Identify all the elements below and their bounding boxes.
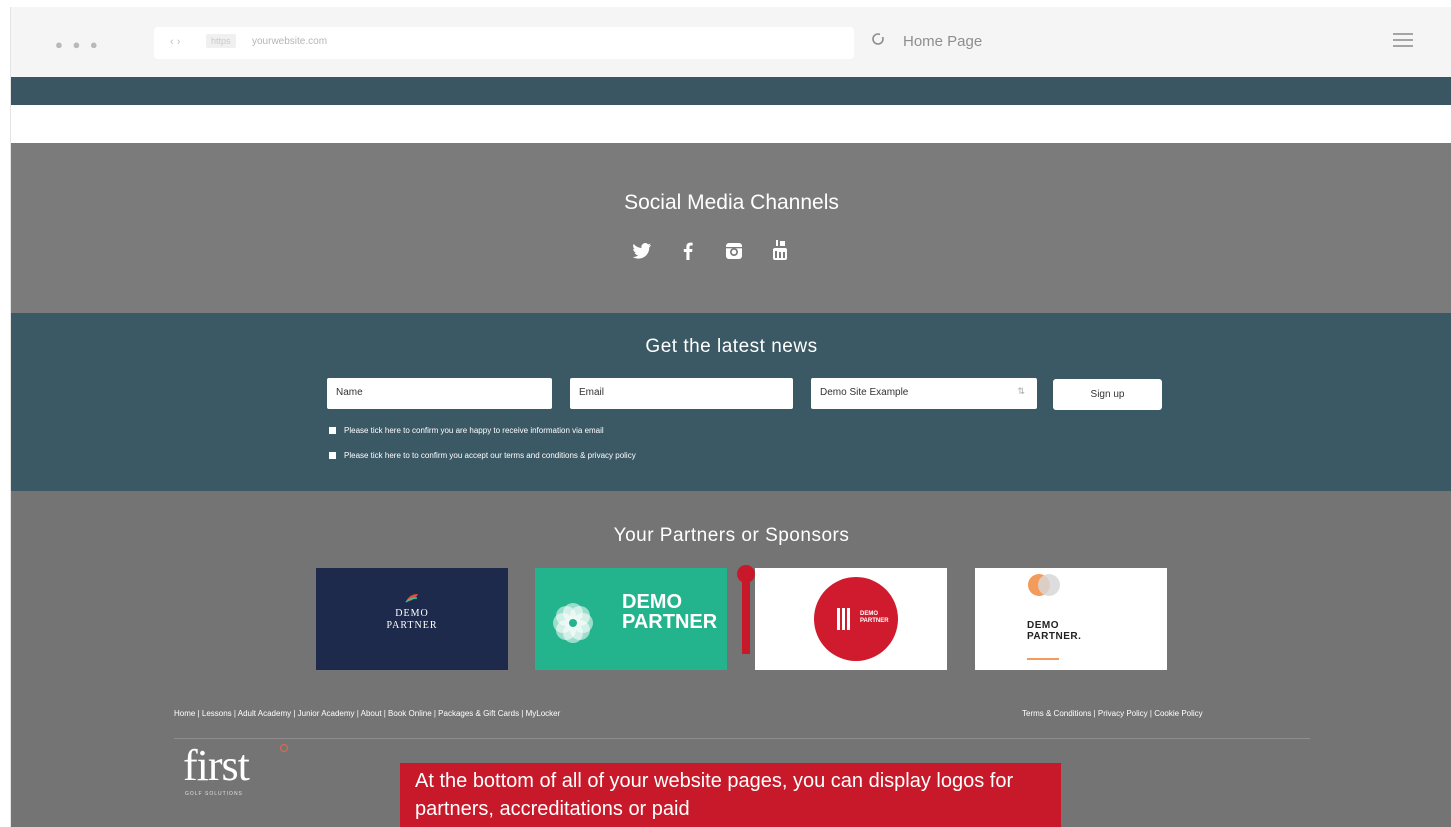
flower-icon xyxy=(553,603,593,643)
brand-logo[interactable]: first xyxy=(183,744,250,788)
annotation-pin-stem xyxy=(742,578,750,654)
content-spacer xyxy=(11,105,1451,143)
social-icon-row xyxy=(619,236,803,266)
consent-terms-label: Please tick here to to confirm you accep… xyxy=(344,451,636,460)
window-controls[interactable]: ● ● ● xyxy=(55,37,101,52)
site-header-band xyxy=(11,77,1451,105)
brand-logo-dot xyxy=(280,744,288,752)
twitter-icon[interactable] xyxy=(619,236,665,266)
page-title-tab[interactable]: Home Page xyxy=(903,33,982,50)
partner-logo-3[interactable]: DEMO PARTNER xyxy=(755,568,947,670)
partner-logo-2[interactable]: DEMO PARTNER xyxy=(535,568,727,670)
signup-button[interactable]: Sign up xyxy=(1053,379,1162,410)
consent-terms-checkbox[interactable] xyxy=(329,452,336,459)
partner-logo-3-line2: PARTNER xyxy=(860,618,889,624)
url-text[interactable]: yourwebsite.com xyxy=(252,36,327,47)
partner-logo-4-underline xyxy=(1027,658,1059,660)
back-forward-icon[interactable]: ‹ › xyxy=(170,36,180,48)
newsletter-title: Get the latest news xyxy=(645,336,818,357)
partner-logo-3-line1: DEMO xyxy=(860,611,878,617)
social-media-section: Social Media Channels xyxy=(11,143,1451,313)
browser-window: ● ● ● ‹ › https yourwebsite.com Home Pag… xyxy=(10,7,1451,827)
footer-nav-links[interactable]: Home | Lessons | Adult Academy | Junior … xyxy=(174,709,560,718)
consent-email-row: Please tick here to confirm you are happ… xyxy=(329,426,604,435)
partner-logo-4[interactable]: DEMO PARTNER. xyxy=(975,568,1167,670)
partner-logo-2-line1: DEMO xyxy=(622,591,682,613)
select-arrows-icon: ⇅ xyxy=(1017,386,1025,396)
partner-logo-2-text: DEMO PARTNER xyxy=(622,592,717,632)
partner-logo-1[interactable]: DEMO PARTNER xyxy=(316,568,508,670)
partner-logo-1-line1: DEMO xyxy=(395,608,429,619)
partners-title: Your Partners or Sponsors xyxy=(613,525,850,546)
consent-terms-row: Please tick here to to confirm you accep… xyxy=(329,451,636,460)
https-badge: https xyxy=(206,34,236,48)
browser-toolbar: ● ● ● ‹ › https yourwebsite.com Home Pag… xyxy=(11,7,1451,77)
footer-divider xyxy=(174,738,1310,739)
partner-logo-4-line2: PARTNER. xyxy=(1027,631,1082,642)
consent-email-checkbox[interactable] xyxy=(329,427,336,434)
partner-logo-4-text: DEMO PARTNER. xyxy=(1027,620,1081,642)
leaf-icon xyxy=(405,594,418,603)
hamburger-menu-icon[interactable] xyxy=(1393,33,1413,47)
reload-icon[interactable] xyxy=(871,32,885,50)
partner-logo-3-text: DEMO PARTNER xyxy=(860,611,889,625)
newsletter-section: Get the latest news Name Email Demo Site… xyxy=(11,313,1451,491)
partner-logo-1-text: DEMO PARTNER xyxy=(316,608,508,632)
email-input[interactable]: Email xyxy=(570,378,793,409)
youtube-icon[interactable] xyxy=(757,236,803,266)
overlap-circles-icon xyxy=(1028,574,1060,596)
name-input[interactable]: Name xyxy=(327,378,552,409)
brand-tagline: GOLF SOLUTIONS xyxy=(185,791,243,797)
facebook-icon[interactable] xyxy=(665,236,711,266)
instagram-icon[interactable] xyxy=(711,236,757,266)
footer-legal-links[interactable]: Terms & Conditions | Privacy Policy | Co… xyxy=(1022,709,1203,718)
site-select[interactable]: Demo Site Example ⇅ xyxy=(811,378,1037,409)
social-title: Social Media Channels xyxy=(624,191,839,214)
consent-email-label: Please tick here to confirm you are happ… xyxy=(344,426,604,435)
partner-logo-2-line2: PARTNER xyxy=(622,611,718,633)
site-select-value: Demo Site Example xyxy=(820,387,909,398)
partner-logo-1-line2: PARTNER xyxy=(386,620,438,631)
address-bar[interactable]: ‹ › https yourwebsite.com xyxy=(154,27,854,59)
annotation-callout: At the bottom of all of your website pag… xyxy=(400,763,1061,827)
partner-logo-4-line1: DEMO xyxy=(1027,620,1059,631)
